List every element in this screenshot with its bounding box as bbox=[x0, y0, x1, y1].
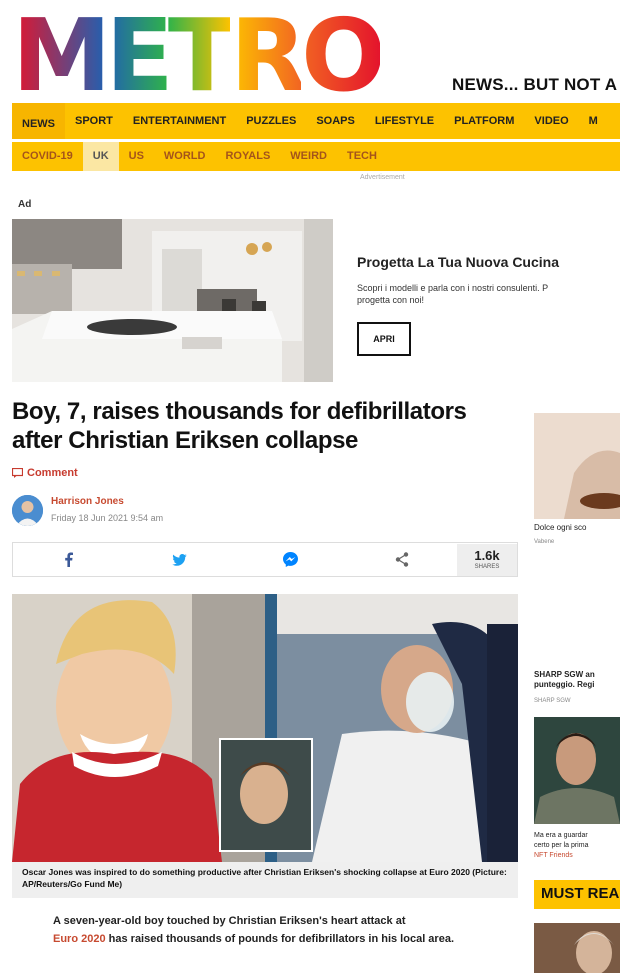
image-caption: Oscar Jones was inspired to do something… bbox=[12, 862, 518, 898]
messenger-icon bbox=[283, 552, 298, 567]
subnav-item-uk[interactable]: UK bbox=[82, 142, 119, 171]
subnav-item-royals[interactable]: ROYALS bbox=[215, 142, 280, 171]
facebook-share-button[interactable] bbox=[13, 543, 124, 576]
logo-letter-r: R bbox=[230, 0, 307, 114]
facebook-icon bbox=[65, 552, 73, 567]
logo-letter-m: M bbox=[12, 0, 111, 114]
sidebar-promo-image-1[interactable] bbox=[534, 413, 620, 519]
must-read-heading: MUST REA bbox=[534, 880, 620, 909]
sidebar-promo-caption-3-line-1: Ma era a guardar bbox=[534, 832, 588, 839]
article-headline: Boy, 7, raises thousands for defibrillat… bbox=[12, 398, 467, 454]
nav-item-lifestyle[interactable]: LIFESTYLE bbox=[365, 103, 444, 139]
subnav-item-tech[interactable]: TECH bbox=[337, 142, 387, 171]
author-name[interactable]: Harrison Jones bbox=[51, 496, 124, 507]
sidebar-promo-caption-2-line-2: punteggio. Regi bbox=[534, 680, 595, 689]
subnav-item-weird[interactable]: WEIRD bbox=[280, 142, 337, 171]
nav-item-soaps[interactable]: SOAPS bbox=[306, 103, 365, 139]
share-count-number: 1.6k bbox=[474, 548, 500, 563]
logo-letter-o: O bbox=[301, 0, 386, 114]
comment-icon bbox=[12, 468, 23, 478]
sidebar-promo-caption-1[interactable]: Dolce ogni sco bbox=[534, 523, 586, 532]
primary-nav: NEWS SPORT ENTERTAINMENT PUZZLES SOAPS L… bbox=[12, 103, 620, 139]
metro-logo[interactable]: M E T R O bbox=[12, 0, 386, 114]
logo-letter-e: E bbox=[105, 0, 174, 114]
sidebar-promo-caption-3-line-2: certo per la prima bbox=[534, 842, 589, 849]
author-avatar[interactable] bbox=[12, 495, 43, 526]
share-count: 1.6k SHARES bbox=[457, 544, 517, 576]
ad-open-button[interactable]: APRI bbox=[357, 322, 411, 356]
article-lead: A seven-year-old boy touched by Christia… bbox=[53, 912, 493, 948]
nav-item-puzzles[interactable]: PUZZLES bbox=[236, 103, 306, 139]
lead-text-1: A seven-year-old boy touched by Christia… bbox=[53, 915, 406, 927]
secondary-nav: COVID-19 UK US WORLD ROYALS WEIRD TECH bbox=[12, 142, 620, 171]
more-share-button[interactable] bbox=[346, 543, 457, 576]
sidebar-promo-caption-3[interactable]: Ma era a guardar certo per la prima NFT … bbox=[534, 831, 620, 861]
twitter-icon bbox=[172, 553, 187, 566]
share-count-label: SHARES bbox=[474, 564, 500, 570]
subnav-item-covid[interactable]: COVID-19 bbox=[12, 142, 83, 171]
subnav-item-world[interactable]: WORLD bbox=[154, 142, 216, 171]
ad-kitchen-image[interactable] bbox=[12, 219, 333, 382]
euro-2020-link[interactable]: Euro 2020 bbox=[53, 933, 106, 945]
sidebar-promo-caption-2-line-1: SHARP SGW an bbox=[534, 670, 595, 679]
sidebar-promo-image-2[interactable] bbox=[534, 717, 620, 824]
sidebar-promo-source-2: SHARP SGW bbox=[534, 698, 571, 704]
messenger-share-button[interactable] bbox=[235, 543, 346, 576]
nav-item-video[interactable]: VIDEO bbox=[524, 103, 578, 139]
sidebar-promo-caption-3-line-3: NFT Friends bbox=[534, 852, 573, 859]
share-icon bbox=[395, 552, 408, 567]
ad-description-line-1: Scopri i modelli e parla con i nostri co… bbox=[357, 283, 549, 293]
site-tagline: NEWS... BUT NOT A bbox=[452, 75, 618, 94]
must-read-image[interactable] bbox=[534, 923, 620, 973]
nav-item-sport[interactable]: SPORT bbox=[65, 103, 123, 139]
twitter-share-button[interactable] bbox=[124, 543, 235, 576]
sidebar-promo-source-1: Vabene bbox=[534, 539, 555, 545]
ad-title[interactable]: Progetta La Tua Nuova Cucina bbox=[357, 254, 559, 270]
publish-date: Friday 18 Jun 2021 9:54 am bbox=[51, 513, 164, 523]
nav-item-news[interactable]: NEWS bbox=[12, 103, 65, 139]
comment-label: Comment bbox=[27, 467, 78, 479]
lead-text-2: has raised thousands of pounds for defib… bbox=[105, 933, 454, 945]
nav-item-platform[interactable]: PLATFORM bbox=[444, 103, 524, 139]
ad-description-line-2: progetta con noi! bbox=[357, 295, 425, 305]
logo-letter-t: T bbox=[167, 0, 236, 114]
advertisement-label: Advertisement bbox=[360, 174, 405, 181]
nav-item-entertainment[interactable]: ENTERTAINMENT bbox=[123, 103, 236, 139]
article-main-image[interactable] bbox=[12, 594, 518, 862]
subnav-item-us[interactable]: US bbox=[119, 142, 154, 171]
sidebar-promo-caption-2[interactable]: SHARP SGW an punteggio. Regi bbox=[534, 670, 595, 690]
share-bar bbox=[12, 542, 518, 577]
nav-item-more[interactable]: M bbox=[579, 103, 608, 139]
ad-description: Scopri i modelli e parla con i nostri co… bbox=[357, 282, 620, 306]
comment-link[interactable]: Comment bbox=[12, 467, 78, 479]
ad-tag: Ad bbox=[18, 199, 32, 210]
